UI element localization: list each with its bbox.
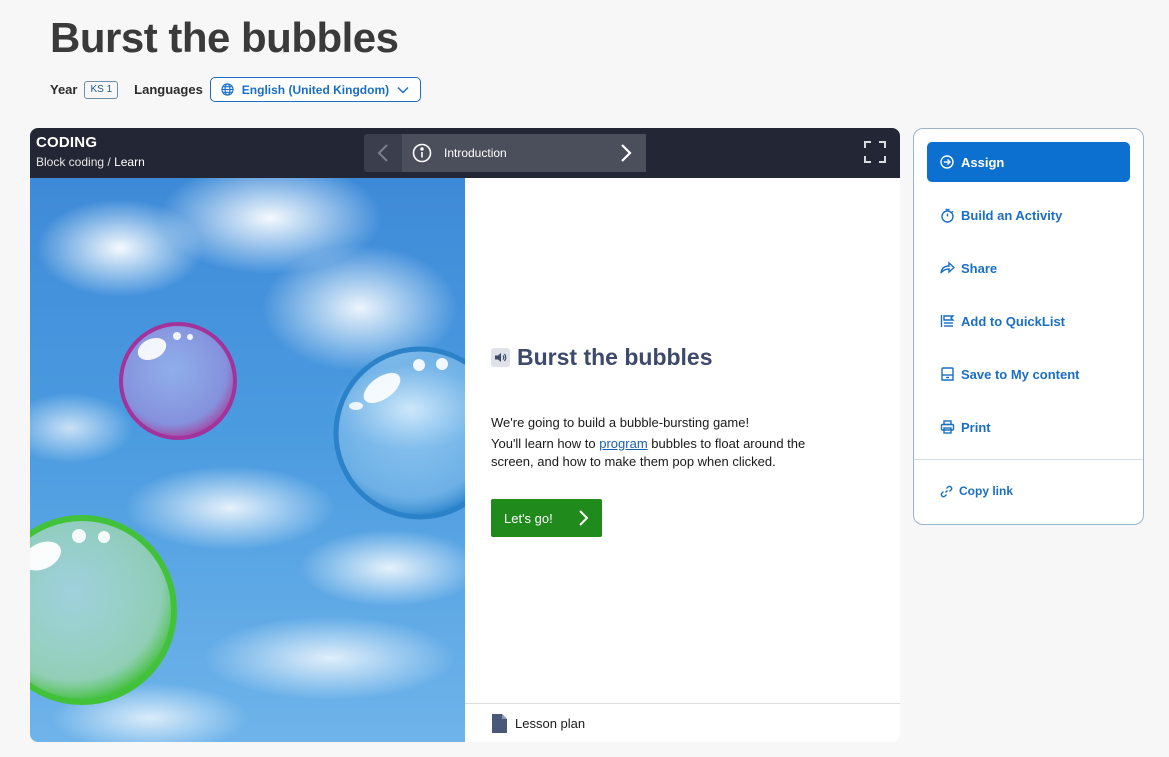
- fullscreen-icon[interactable]: [864, 141, 886, 163]
- chevron-right-icon: [621, 144, 632, 162]
- previous-section-button[interactable]: [364, 134, 402, 172]
- action-sidebar: Assign Build an Activity Share Add to Qu…: [913, 128, 1144, 525]
- breadcrumb-current: Learn: [114, 155, 145, 169]
- lets-go-button[interactable]: Let's go!: [491, 499, 602, 537]
- year-label: Year: [50, 82, 78, 97]
- breadcrumb: Block coding / Learn: [36, 155, 145, 169]
- share-button[interactable]: Share: [940, 258, 997, 278]
- lesson-content: Burst the bubbles We're going to build a…: [465, 178, 900, 703]
- quicklist-icon: [940, 315, 955, 327]
- build-activity-button[interactable]: Build an Activity: [940, 205, 1062, 225]
- lesson-plan-label: Lesson plan: [515, 715, 586, 731]
- assign-label: Assign: [961, 154, 1005, 170]
- intro-line-2: You'll learn how to program bubbles to f…: [491, 435, 851, 471]
- breadcrumb-separator: /: [107, 155, 111, 169]
- section-nav: Introduction: [364, 134, 646, 172]
- add-to-quicklist-label: Add to QuickList: [961, 313, 1065, 329]
- bubbles-illustration: [30, 178, 465, 742]
- speaker-glyph: [495, 353, 507, 362]
- chevron-left-icon: [377, 144, 388, 162]
- intro-line-1: We're going to build a bubble-bursting g…: [491, 415, 750, 430]
- next-section-button[interactable]: [614, 141, 638, 165]
- build-activity-label: Build an Activity: [961, 207, 1063, 223]
- copy-link-button[interactable]: Copy link: [940, 481, 1013, 501]
- activity-player: CODING Block coding / Learn Introduction: [30, 128, 900, 742]
- save-to-my-content-label: Save to My content: [961, 366, 1080, 382]
- blue-bubble: [333, 346, 465, 520]
- intro-text: We're going to build a bubble-bursting g…: [491, 414, 851, 471]
- year-badge: KS 1: [84, 80, 119, 99]
- document-icon: [492, 713, 507, 733]
- lesson-plan-link[interactable]: Lesson plan: [465, 703, 900, 742]
- player-toolbar: CODING Block coding / Learn Introduction: [30, 128, 900, 178]
- link-icon: [940, 485, 953, 497]
- print-icon: [940, 420, 955, 434]
- print-button[interactable]: Print: [940, 417, 991, 437]
- intro-line-2-start: You'll learn how to: [491, 436, 600, 451]
- chevron-down-icon: [397, 86, 409, 94]
- save-to-my-content-button[interactable]: Save to My content: [940, 364, 1079, 384]
- lets-go-label: Let's go!: [504, 510, 553, 526]
- languages-label: Languages: [134, 82, 203, 97]
- page-title: Burst the bubbles: [50, 14, 399, 61]
- copy-link-label: Copy link: [959, 484, 1014, 498]
- purple-bubble: [119, 322, 237, 440]
- timer-icon: [941, 208, 954, 223]
- content-heading: Burst the bubbles: [491, 344, 713, 371]
- share-icon: [940, 261, 955, 274]
- share-label: Share: [961, 260, 998, 276]
- content-title: Burst the bubbles: [517, 344, 713, 370]
- subject-label: CODING: [36, 134, 98, 151]
- meta-row: Year KS 1 Languages English (United King…: [50, 77, 421, 102]
- globe-icon: [221, 83, 234, 96]
- bubbles-image: [30, 322, 465, 705]
- sidebar-divider: [914, 459, 1143, 460]
- section-dropdown[interactable]: Introduction: [402, 134, 646, 172]
- add-to-quicklist-button[interactable]: Add to QuickList: [940, 311, 1065, 331]
- assign-icon: [940, 155, 954, 169]
- section-title: Introduction: [444, 146, 507, 160]
- info-icon: [412, 143, 432, 163]
- print-label: Print: [961, 419, 991, 435]
- language-select[interactable]: English (United Kingdom): [209, 77, 421, 102]
- breadcrumb-parent[interactable]: Block coding: [36, 155, 104, 169]
- program-link[interactable]: program: [599, 436, 647, 451]
- language-select-value: English (United Kingdom): [241, 82, 390, 97]
- assign-button[interactable]: Assign: [927, 142, 1130, 182]
- save-icon: [941, 367, 954, 381]
- speaker-icon[interactable]: [491, 348, 510, 367]
- chevron-right-icon: [579, 510, 588, 526]
